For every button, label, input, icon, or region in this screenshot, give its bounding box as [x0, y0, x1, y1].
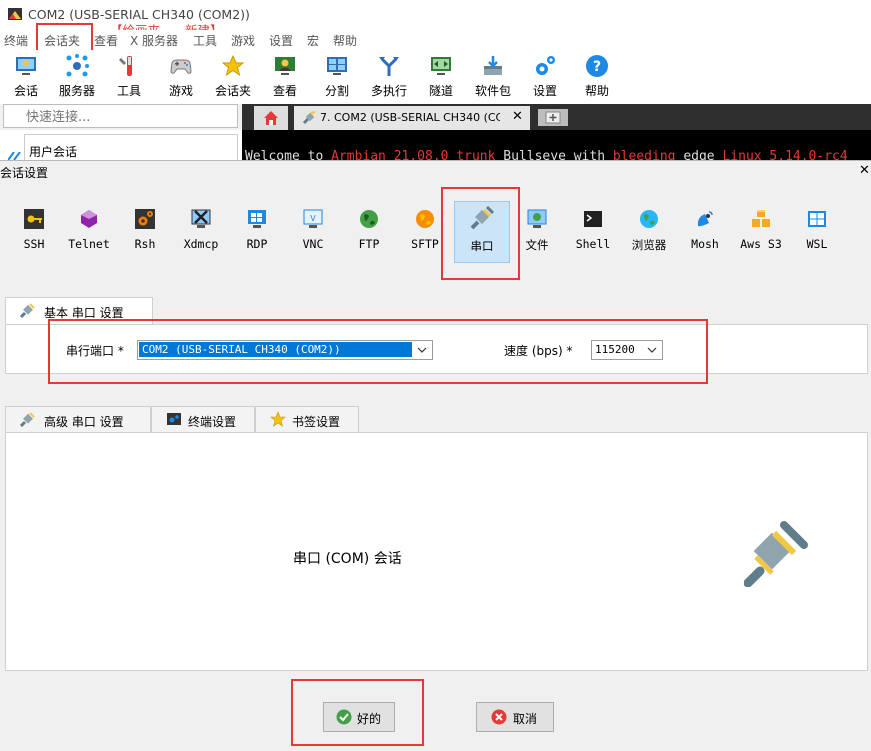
left-sidebar: 用户会话	[0, 130, 242, 161]
menu-xserver[interactable]: X 服务器	[130, 32, 178, 49]
toolbar-packages-button[interactable]: 软件包	[468, 50, 518, 102]
help-icon: ?	[586, 55, 608, 77]
globe-icon	[360, 210, 378, 228]
menu-view[interactable]: 查看	[94, 32, 118, 49]
session-type-rsh[interactable]: Rsh	[118, 205, 172, 263]
tools-icon	[119, 56, 132, 76]
toolbar-games-button[interactable]: 游戏	[156, 50, 206, 102]
menu-help[interactable]: 帮助	[333, 32, 357, 49]
main-toolbar: 会话 服务器 工具 游戏 会话夹 查看 分割 多执行 隧道 软件包 设置 ? 帮…	[0, 50, 871, 104]
star-icon	[221, 54, 245, 77]
session-type-shell[interactable]: Shell	[566, 205, 620, 263]
tab-terminal-settings[interactable]: 终端设置	[151, 406, 255, 432]
serial-highlight-box	[441, 187, 520, 280]
windows-icon	[808, 211, 826, 227]
toolbar-settings-button[interactable]: 设置	[520, 50, 570, 102]
home-tab[interactable]	[254, 106, 288, 130]
toolbar-servers-button[interactable]: 服务器	[52, 50, 102, 102]
menu-terminal[interactable]: 终端	[4, 32, 28, 49]
split-icon	[327, 57, 347, 75]
dialog-close-icon[interactable]: ✕	[859, 163, 870, 178]
toolbar-split-button[interactable]: 分割	[312, 50, 362, 102]
network-icon	[66, 54, 89, 77]
menu-macros[interactable]: 宏	[307, 32, 319, 49]
add-tab-icon	[545, 111, 561, 124]
rsh-icon	[135, 209, 155, 229]
file-icon	[527, 209, 547, 228]
session-description-panel: 串口 (COM) 会话	[5, 432, 868, 671]
toolbar-tools-button[interactable]: 工具	[104, 50, 154, 102]
satellite-icon	[697, 211, 713, 227]
session-type-ftp[interactable]: FTP	[342, 205, 396, 263]
user-sessions-item[interactable]: 用户会话	[24, 134, 238, 161]
menu-settings[interactable]: 设置	[269, 32, 293, 49]
view-icon	[275, 57, 295, 75]
session-type-vnc[interactable]: V VNC	[286, 205, 340, 263]
session-type-ssh[interactable]: SSH	[7, 205, 61, 263]
menu-tools[interactable]: 工具	[193, 32, 217, 49]
shell-icon	[584, 211, 602, 227]
large-serial-plug-icon	[744, 521, 808, 587]
app-logo-icon	[8, 8, 22, 20]
terminal-area[interactable]: Welcome to Armbian 21.08.0 trunk Bullsey…	[242, 130, 871, 160]
tab-advanced-serial-settings[interactable]: 高级 串口 设置	[5, 406, 151, 432]
session-type-rdp[interactable]: RDP	[230, 205, 284, 263]
session-type-xdmcp[interactable]: Xdmcp	[174, 205, 228, 263]
package-icon	[484, 56, 502, 75]
serial-fields-highlight-box	[48, 319, 708, 384]
toolbar-tunnel-button[interactable]: 隧道	[416, 50, 466, 102]
terminal-settings-icon	[167, 413, 181, 425]
serial-plug-icon	[20, 303, 35, 318]
terminal-welcome-line: Welcome to Armbian 21.08.0 trunk Bullsey…	[245, 149, 848, 160]
xdmcp-icon	[191, 209, 211, 228]
serial-plug-icon	[302, 111, 316, 125]
gear-icon	[536, 56, 555, 75]
monitor-icon	[16, 57, 36, 75]
cancel-button[interactable]: 取消	[476, 702, 554, 732]
close-icon[interactable]: ✕	[512, 109, 523, 124]
key-icon	[24, 209, 44, 229]
session-type-telnet[interactable]: Telnet	[62, 205, 116, 263]
app-titlebar: COM2 (USB-SERIAL CH340 (COM2)) 【绘画夹——新建】	[0, 0, 871, 38]
dialog-title: 会话设置	[0, 166, 49, 180]
cubes-icon	[752, 210, 770, 227]
browser-globe-icon	[640, 210, 658, 228]
session-type-browser[interactable]: 浏览器	[622, 205, 676, 263]
toolbar-view-button[interactable]: 查看	[260, 50, 310, 102]
new-tab-button[interactable]	[538, 109, 568, 126]
sftp-globe-icon	[416, 210, 434, 228]
cancel-icon	[491, 709, 507, 725]
session-type-wsl[interactable]: WSL	[790, 205, 844, 263]
svg-text:?: ?	[593, 59, 601, 75]
session-description: 串口 (COM) 会话	[293, 551, 402, 567]
session-type-aws-s3[interactable]: Aws S3	[734, 205, 788, 263]
menubar: 终端 会话夹 查看 X 服务器 工具 游戏 设置 宏 帮助	[0, 30, 871, 50]
star-icon	[270, 411, 286, 427]
gamepad-icon	[170, 59, 192, 74]
toolbar-help-button[interactable]: ? 帮助	[572, 50, 622, 102]
quick-connect-box[interactable]	[3, 104, 248, 128]
svg-text:V: V	[310, 214, 316, 223]
toolbar-sessions-button[interactable]: 会话夹	[208, 50, 258, 102]
sidebar-tab-icon	[8, 152, 21, 160]
session-tabstrip: 7. COM2 (USB-SERIAL CH340 (CC ✕	[242, 104, 871, 130]
home-icon	[264, 111, 278, 125]
session-settings-dialog: 会话设置 ✕ SSH Telnet Rsh Xdmcp RDP V VNC FT…	[0, 160, 871, 751]
fork-icon	[379, 57, 399, 76]
toolbar-multiexec-button[interactable]: 多执行	[364, 50, 414, 102]
toolbar-session-button[interactable]: 会话	[1, 50, 51, 102]
com2-session-tab[interactable]: 7. COM2 (USB-SERIAL CH340 (CC ✕	[294, 106, 530, 130]
ok-highlight-box	[291, 679, 424, 746]
telnet-icon	[81, 210, 97, 228]
vnc-icon: V	[303, 209, 323, 228]
menu-games[interactable]: 游戏	[231, 32, 255, 49]
session-type-mosh[interactable]: Mosh	[678, 205, 732, 263]
serial-plug-icon	[20, 412, 35, 427]
tunnel-icon	[431, 57, 451, 75]
quick-connect-input[interactable]	[24, 107, 248, 127]
tab-bookmark-settings[interactable]: 书签设置	[255, 406, 359, 432]
rdp-icon	[248, 210, 266, 228]
